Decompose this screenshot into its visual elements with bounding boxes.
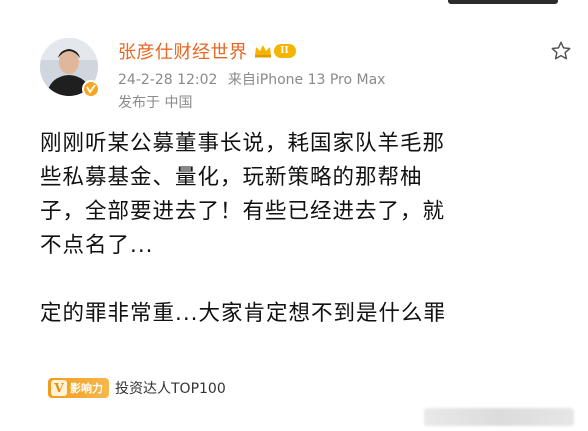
content-line: 不点名了...	[40, 233, 154, 258]
avatar[interactable]	[40, 38, 100, 98]
influence-badge: V 影响力	[48, 378, 109, 398]
star-outline-icon[interactable]	[550, 40, 572, 62]
crown-icon	[254, 44, 272, 58]
top-edge	[0, 0, 588, 10]
influence-label: 投资达人TOP100	[115, 381, 226, 397]
author-name[interactable]: 张彦仕财经世界	[118, 38, 248, 64]
post-timestamp: 24-2-28 12:02	[118, 72, 218, 88]
top-edge-dark-strip	[448, 0, 558, 4]
post-source: 来自iPhone 13 Pro Max	[227, 72, 386, 88]
verified-badge-icon	[82, 80, 100, 98]
v-logo-icon: V	[51, 380, 67, 396]
content-line: 刚刚听某公募董事长说，耗国家队羊毛那	[40, 131, 446, 156]
level-badge: II	[273, 44, 296, 58]
content-line: 定的罪非常重...大家肯定想不到是什么罪	[40, 301, 447, 326]
content-line: 些私募基金、量化，玩新策略的那帮柚	[40, 165, 423, 190]
weibo-post-card: 张彦仕财经世界 II 24-2-28 12:02 来自iPhone 13 Pro…	[0, 10, 588, 431]
post-location: 发布于 中国	[118, 95, 193, 111]
post-meta: 24-2-28 12:02 来自iPhone 13 Pro Max	[118, 69, 391, 89]
blurred-watermark	[424, 408, 574, 426]
content-line: 子，全部要进去了！有些已经进去了，就	[40, 199, 446, 224]
author-row: 张彦仕财经世界 II	[118, 38, 296, 64]
influence-tag[interactable]: V 影响力 投资达人TOP100	[48, 377, 226, 399]
influence-badge-text: 影响力	[70, 382, 103, 395]
post-content: 刚刚听某公募董事长说，耗国家队羊毛那 些私募基金、量化，玩新策略的那帮柚 子，全…	[40, 127, 560, 331]
